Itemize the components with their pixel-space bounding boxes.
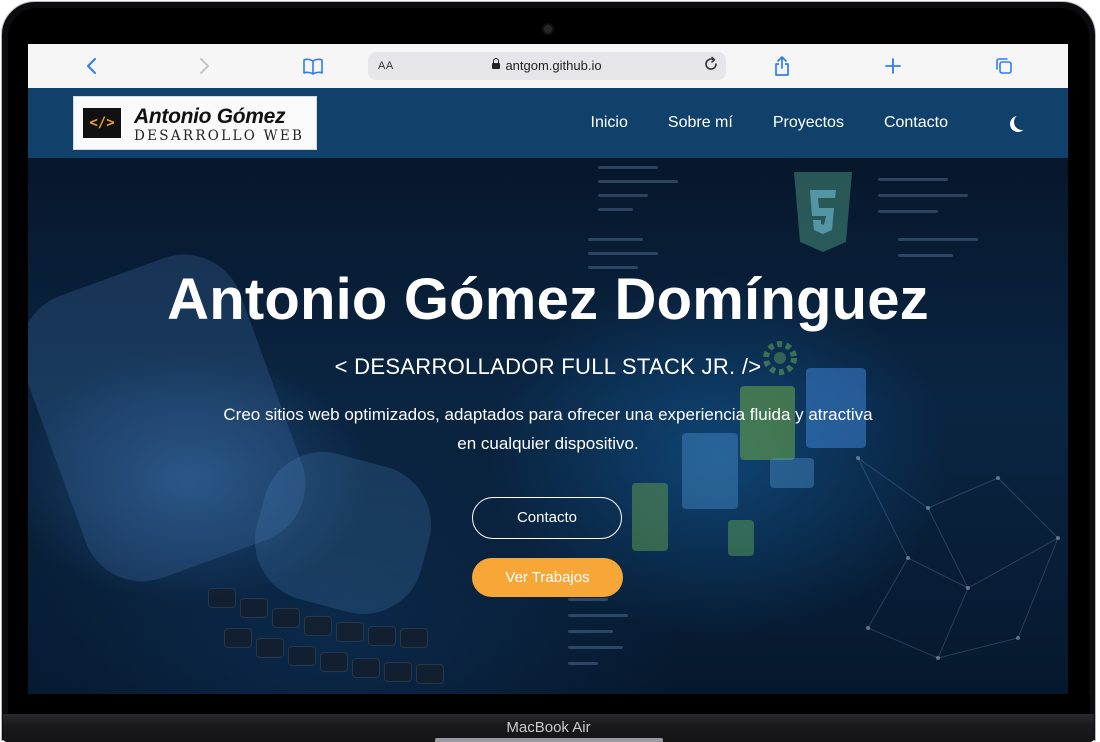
new-tab-icon[interactable] <box>880 53 906 79</box>
camera-icon <box>544 25 552 33</box>
contact-button[interactable]: Contacto <box>472 497 622 539</box>
address-bar[interactable]: AA antgom.github.io <box>368 52 726 80</box>
forward-icon[interactable] <box>191 53 217 79</box>
nav-link-sobre-mi[interactable]: Sobre mí <box>648 114 753 132</box>
code-icon: </> <box>83 108 121 138</box>
hero-subtitle: < DESARROLLADOR FULL STACK JR. /> <box>334 354 762 379</box>
url-display[interactable]: antgom.github.io <box>368 58 726 73</box>
url-text: antgom.github.io <box>505 58 602 73</box>
hero-title: Antonio Gómez Domínguez <box>167 267 929 332</box>
browser-toolbar: AA antgom.github.io <box>28 44 1068 89</box>
back-icon[interactable] <box>79 53 105 79</box>
moon-icon[interactable] <box>1014 114 1030 130</box>
laptop-frame: AA antgom.github.io </> Antonio Gómez DE… <box>0 0 1098 742</box>
logo-subtitle: DESARROLLO WEB <box>134 128 305 144</box>
html5-icon <box>794 172 852 252</box>
bookmarks-icon[interactable] <box>300 53 326 79</box>
nav-link-contacto[interactable]: Contacto <box>864 114 968 132</box>
nav-link-inicio[interactable]: Inicio <box>571 114 648 132</box>
hero-description: Creo sitios web optimizados, adaptados p… <box>223 405 873 453</box>
site-logo[interactable]: </> Antonio Gómez DESARROLLO WEB <box>73 96 317 150</box>
hero-section: Antonio Gómez Domínguez < DESARROLLADOR … <box>28 158 1068 694</box>
laptop-notch <box>435 738 663 742</box>
lock-icon <box>492 58 501 69</box>
reload-icon[interactable] <box>702 56 720 74</box>
bottom-bezel <box>8 694 1090 715</box>
nav-link-proyectos[interactable]: Proyectos <box>753 114 864 132</box>
device-label: MacBook Air <box>506 719 591 736</box>
nav-links: Inicio Sobre mí Proyectos Contacto <box>571 88 968 158</box>
site-navbar: </> Antonio Gómez DESARROLLO WEB Inicio … <box>28 88 1068 158</box>
tabs-icon[interactable] <box>991 53 1017 79</box>
logo-name: Antonio Gómez <box>134 105 286 128</box>
share-icon[interactable] <box>769 53 795 79</box>
screen: AA antgom.github.io </> Antonio Gómez DE… <box>28 44 1068 694</box>
view-work-button[interactable]: Ver Trabajos <box>472 558 623 597</box>
